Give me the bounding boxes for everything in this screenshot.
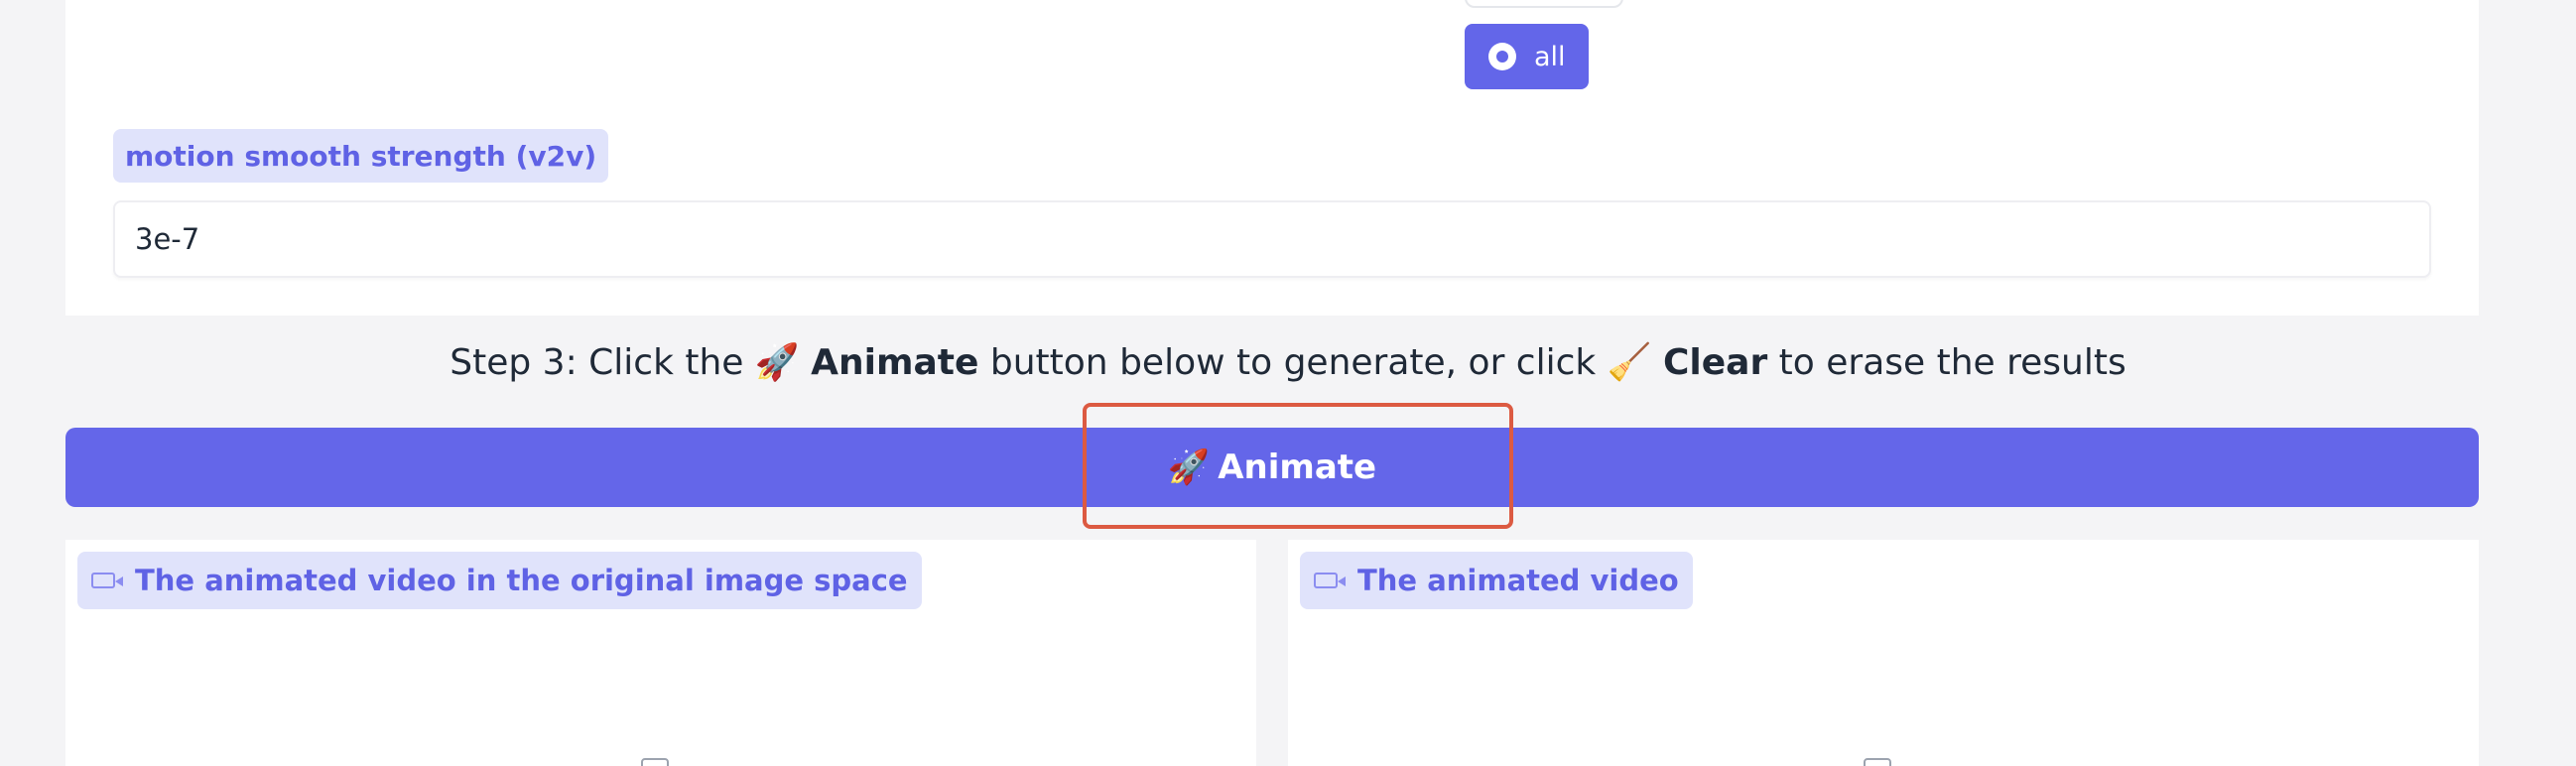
broom-icon: 🧹 [1607, 342, 1652, 383]
step3-instructions: Step 3: Click the 🚀 Animate button below… [0, 341, 2576, 383]
animated-video-panel: The animated video [1288, 540, 2479, 766]
original-space-video-label-text: The animated video in the original image… [135, 564, 908, 597]
step3-prefix: Step 3: Click the [450, 342, 755, 383]
video-placeholder-icon [1864, 758, 1891, 766]
step3-suffix: to erase the results [1767, 342, 2126, 383]
motion-smooth-label: motion smooth strength (v2v) [113, 129, 609, 183]
rocket-icon: 🚀 [1167, 447, 1211, 487]
radio-selected-icon [1488, 43, 1516, 70]
step3-clear-word: Clear [1662, 342, 1768, 383]
animated-video-label: The animated video [1300, 552, 1693, 609]
original-space-video-panel: The animated video in the original image… [65, 540, 1256, 766]
motion-smooth-input[interactable]: 3e-7 [113, 200, 2431, 278]
animate-button[interactable]: 🚀 Animate [65, 428, 2479, 507]
step3-animate-word: Animate [811, 342, 979, 383]
radio-option-partial[interactable] [1465, 0, 1623, 8]
video-camera-icon [91, 573, 123, 588]
radio-option-label: all [1534, 41, 1566, 72]
step3-middle: button below to generate, or click [978, 342, 1608, 383]
animated-video-label-text: The animated video [1357, 564, 1679, 597]
animate-button-label: Animate [1218, 447, 1377, 487]
video-placeholder-icon [641, 758, 669, 766]
original-space-video-label: The animated video in the original image… [77, 552, 922, 609]
video-camera-icon [1314, 573, 1346, 588]
rocket-icon: 🚀 [754, 342, 800, 383]
radio-option-all[interactable]: all [1465, 24, 1589, 89]
